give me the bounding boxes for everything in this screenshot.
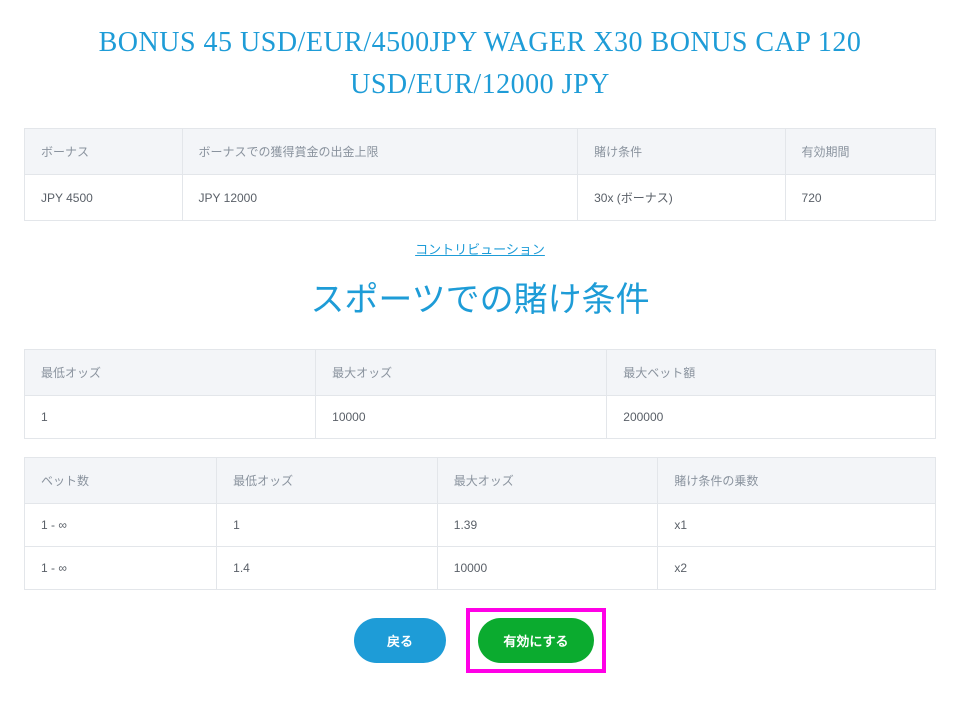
contribution-link[interactable]: コントリビューション	[24, 239, 936, 258]
mult-cell-max-odds: 1.39	[437, 504, 658, 547]
bonus-terms-table: ボーナス ボーナスでの獲得賞金の出金上限 賭け条件 有効期間 JPY 4500 …	[24, 128, 936, 221]
mult-cell-bets: 1 - ∞	[25, 504, 217, 547]
mult-cell-multiplier: x2	[658, 547, 936, 590]
mult-header-min-odds: 最低オッズ	[217, 458, 438, 504]
sports-cell-min-odds: 1	[25, 396, 316, 439]
sports-cell-max-bet: 200000	[607, 396, 936, 439]
page-title: BONUS 45 USD/EUR/4500JPY WAGER X30 BONUS…	[70, 22, 890, 106]
back-button[interactable]: 戻る	[354, 618, 446, 663]
sports-cell-max-odds: 10000	[316, 396, 607, 439]
section-title-sports: スポーツでの賭け条件	[24, 272, 936, 321]
sports-header-min-odds: 最低オッズ	[25, 350, 316, 396]
mult-header-max-odds: 最大オッズ	[437, 458, 658, 504]
bonus-header-bonus: ボーナス	[25, 129, 183, 175]
wager-multiplier-table: ベット数 最低オッズ 最大オッズ 賭け条件の乗数 1 - ∞ 1 1.39 x1…	[24, 457, 936, 590]
mult-cell-min-odds: 1.4	[217, 547, 438, 590]
table-row: 1 - ∞ 1.4 10000 x2	[25, 547, 936, 590]
mult-cell-multiplier: x1	[658, 504, 936, 547]
table-row: 1 10000 200000	[25, 396, 936, 439]
bonus-header-wager: 賭け条件	[578, 129, 785, 175]
mult-cell-max-odds: 10000	[437, 547, 658, 590]
table-row: 1 - ∞ 1 1.39 x1	[25, 504, 936, 547]
mult-cell-min-odds: 1	[217, 504, 438, 547]
bonus-cell-cap: JPY 12000	[182, 175, 578, 221]
sports-odds-table: 最低オッズ 最大オッズ 最大ベット額 1 10000 200000	[24, 349, 936, 439]
table-row: JPY 4500 JPY 12000 30x (ボーナス) 720	[25, 175, 936, 221]
sports-header-max-bet: 最大ベット額	[607, 350, 936, 396]
bonus-cell-validity: 720	[785, 175, 935, 221]
mult-header-bets: ベット数	[25, 458, 217, 504]
mult-header-multiplier: 賭け条件の乗数	[658, 458, 936, 504]
button-row: 戻る 有効にする	[24, 608, 936, 673]
mult-cell-bets: 1 - ∞	[25, 547, 217, 590]
bonus-header-cap: ボーナスでの獲得賞金の出金上限	[182, 129, 578, 175]
sports-header-max-odds: 最大オッズ	[316, 350, 607, 396]
bonus-cell-bonus: JPY 4500	[25, 175, 183, 221]
bonus-header-validity: 有効期間	[785, 129, 935, 175]
highlight-annotation: 有効にする	[466, 608, 606, 673]
bonus-cell-wager: 30x (ボーナス)	[578, 175, 785, 221]
activate-button[interactable]: 有効にする	[478, 618, 594, 663]
